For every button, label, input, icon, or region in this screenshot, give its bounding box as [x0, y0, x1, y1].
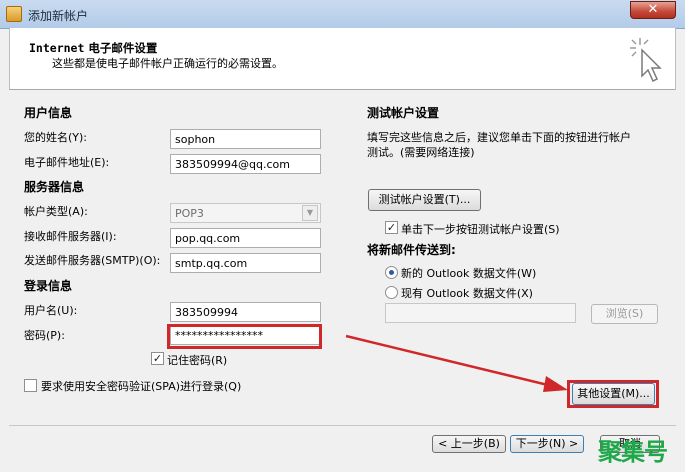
chevron-down-icon: ▼ — [302, 205, 318, 221]
watermark-logo: 聚集号 — [598, 438, 668, 466]
new-data-file-radio[interactable] — [385, 266, 398, 279]
password-label: 密码(P): — [24, 329, 65, 342]
email-input[interactable]: 383509994@qq.com — [170, 154, 321, 174]
back-button[interactable]: < 上一步(B) — [432, 435, 506, 453]
new-data-file-label: 新的 Outlook 数据文件(W) — [401, 267, 537, 280]
login-info-title: 登录信息 — [24, 279, 73, 293]
window-title: 添加新帐户 — [28, 9, 89, 23]
header-title: Internet 电子邮件设置 — [29, 40, 157, 56]
annotation-arrow-icon — [345, 334, 568, 392]
cursor-sparkle-icon — [630, 38, 662, 83]
title-bar — [0, 0, 685, 29]
account-type-value: POP3 — [175, 207, 204, 220]
close-button[interactable]: ✕ — [630, 1, 676, 19]
auto-test-checkbox[interactable]: ✓ — [385, 221, 398, 234]
account-type-select: POP3 — [170, 203, 321, 223]
name-input[interactable]: sophon — [170, 129, 321, 149]
outgoing-server-label: 发送邮件服务器(SMTP)(O): — [24, 254, 161, 267]
username-label: 用户名(U): — [24, 304, 78, 317]
data-file-path-input — [385, 303, 576, 323]
spa-checkbox[interactable] — [24, 379, 37, 392]
next-button[interactable]: 下一步(N) > — [510, 435, 584, 453]
test-desc-line2: 测试。(需要网络连接) — [367, 146, 475, 159]
password-highlight-box — [167, 324, 322, 349]
outgoing-server-input[interactable]: smtp.qq.com — [170, 253, 321, 273]
server-info-title: 服务器信息 — [24, 180, 85, 194]
incoming-server-input[interactable]: pop.qq.com — [170, 228, 321, 248]
name-label: 您的姓名(Y): — [24, 131, 88, 144]
app-icon — [6, 6, 22, 22]
user-info-title: 用户信息 — [24, 106, 73, 120]
browse-button: 浏览(S) — [591, 304, 658, 324]
remember-password-checkbox[interactable]: ✓ — [151, 352, 164, 365]
email-label: 电子邮件地址(E): — [24, 156, 110, 169]
spa-label: 要求使用安全密码验证(SPA)进行登录(Q) — [41, 380, 242, 393]
existing-data-file-label: 现有 Outlook 数据文件(X) — [401, 287, 533, 300]
auto-test-label: 单击下一步按钮测试帐户设置(S) — [401, 223, 560, 236]
username-input[interactable]: 383509994 — [170, 302, 321, 322]
test-desc-line1: 填写完这些信息之后，建议您单击下面的按钮进行帐户 — [367, 131, 631, 144]
header-subtitle: 这些都是使电子邮件帐户正确运行的必需设置。 — [52, 57, 283, 70]
header-title-rest: 电子邮件设置 — [84, 41, 158, 55]
account-type-label: 帐户类型(A): — [24, 205, 88, 218]
incoming-server-label: 接收邮件服务器(I): — [24, 230, 117, 243]
header-title-prefix: Internet — [29, 41, 85, 55]
test-account-button[interactable]: 测试帐户设置(T)... — [368, 189, 481, 211]
existing-data-file-radio[interactable] — [385, 286, 398, 299]
more-settings-highlight-box — [567, 380, 659, 408]
deliver-to-title: 将新邮件传送到: — [367, 243, 456, 257]
test-settings-title: 测试帐户设置 — [367, 106, 440, 120]
remember-password-label: 记住密码(R) — [167, 354, 228, 367]
footer-separator — [9, 425, 676, 426]
